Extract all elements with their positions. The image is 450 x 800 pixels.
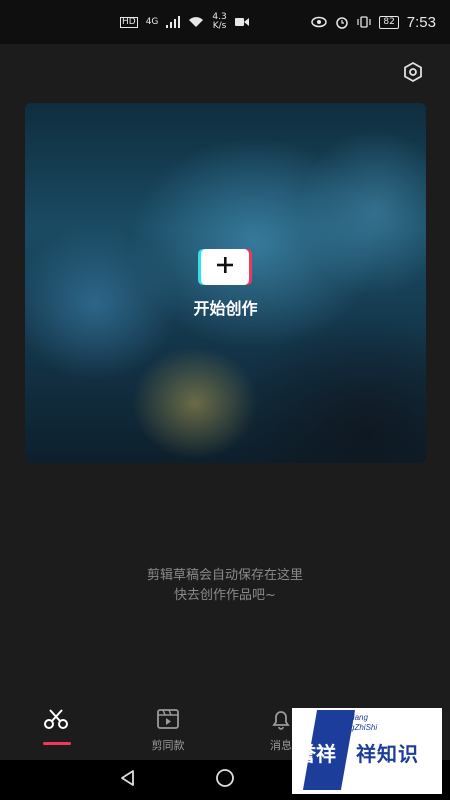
signal-icon [166,16,181,28]
tab-edit[interactable] [1,704,111,760]
home-circle-icon [215,768,235,792]
video-record-icon [234,17,249,27]
tab-templates[interactable]: 剪同款 [113,704,223,760]
template-video-icon [156,708,180,734]
alarm-icon [335,15,349,29]
main-content: 开始创作 剪辑草稿会自动保存在这里 快去创作作品吧~ [0,44,450,704]
drafts-hint-line2: 快去创作作品吧~ [174,588,276,603]
create-plus-button[interactable] [201,249,249,285]
settings-button[interactable] [400,61,426,87]
hd-badge: HD [120,16,138,28]
clock-time: 7:53 [406,13,436,31]
hero-background-shade [226,313,426,463]
tab-templates-label: 剪同款 [151,739,185,752]
network-4g-badge: 4G [145,16,159,27]
start-creation-card[interactable]: 开始创作 [25,103,426,463]
watermark-cn-left: 誉祥 [296,742,336,766]
nav-home-button[interactable] [213,768,237,792]
watermark-en-line2: XiangZhiShi [334,723,378,732]
scissors-icon [43,708,69,734]
network-speed-unit: K/s [212,21,227,31]
eye-icon [311,16,328,28]
status-left: HD 4G 4.3 K/s [120,13,249,31]
status-right: 82 7:53 [311,14,436,31]
watermark-cn-right: 祥知识 [356,742,419,766]
watermark-logo: YuXiang XiangZhiShi 誉祥 祥知识 [292,708,442,794]
vibrate-icon [357,16,371,28]
settings-hexagon-icon [402,61,424,87]
bell-icon [270,708,292,734]
battery-indicator: 82 [379,15,399,29]
back-triangle-icon [119,769,137,791]
start-creation-label[interactable]: 开始创作 [25,295,426,319]
active-tab-indicator [43,742,71,745]
drafts-hint: 剪辑草稿会自动保存在这里 快去创作作品吧~ [0,566,450,606]
wifi-icon [188,16,204,28]
plus-icon [215,255,235,279]
watermark-en-line1: YuXiang [338,713,368,722]
status-bar: HD 4G 4.3 K/s 82 7:53 [0,0,450,44]
network-speed: 4.3 K/s [212,13,226,31]
nav-back-button[interactable] [116,768,140,792]
drafts-hint-line1: 剪辑草稿会自动保存在这里 [146,568,303,583]
